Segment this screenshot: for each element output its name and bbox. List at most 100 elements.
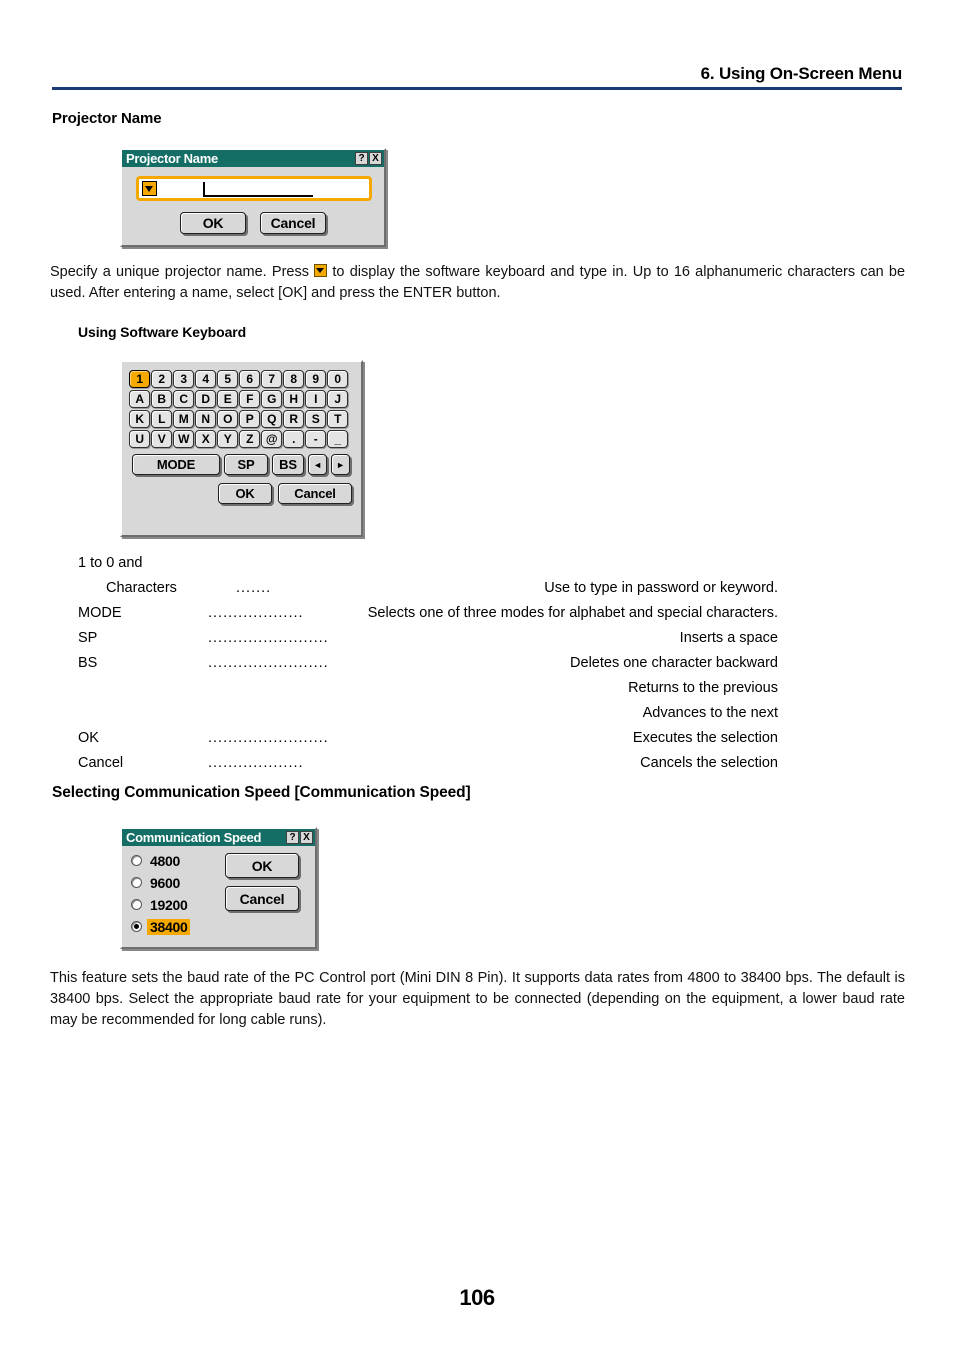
legend-term: OK (78, 730, 99, 746)
key-1[interactable]: 1 (129, 370, 150, 388)
key-at[interactable]: @ (261, 430, 282, 448)
keyboard-keys: 1234567890 ABCDEFGHIJ KLMNOPQRST U V W X Y Z @… (122, 362, 361, 510)
key-F[interactable]: F (239, 390, 260, 408)
key-I[interactable]: I (305, 390, 326, 408)
cancel-button[interactable]: Cancel (225, 886, 299, 911)
key-Q[interactable]: Q (261, 410, 282, 428)
ok-button[interactable]: OK (180, 212, 246, 234)
keyboard-confirm-row: OK Cancel (129, 483, 354, 504)
key-3[interactable]: 3 (173, 370, 194, 388)
radio-option-19200[interactable]: 19200 (131, 895, 190, 914)
radio-option-4800[interactable]: 4800 (131, 851, 183, 870)
key-S[interactable]: S (305, 410, 326, 428)
keyboard-row: 1234567890 (129, 370, 354, 388)
key-Z[interactable]: Z (239, 430, 260, 448)
mode-button[interactable]: MODE (132, 454, 220, 475)
key-5[interactable]: 5 (217, 370, 238, 388)
key-Y[interactable]: Y (217, 430, 238, 448)
key-underscore[interactable]: _ (327, 430, 348, 448)
key-7[interactable]: 7 (261, 370, 282, 388)
titlebar-buttons: ? X (355, 152, 382, 165)
running-head: 6. Using On-Screen Menu (700, 64, 903, 83)
arrow-right-icon[interactable]: ► (331, 454, 350, 475)
legend-term: MODE (78, 605, 122, 621)
key-dash[interactable]: - (305, 430, 326, 448)
keyboard-row: KLMNOPQRST (129, 410, 354, 428)
titlebar-buttons: ? X (286, 831, 313, 844)
legend-leader: ........................ (208, 630, 329, 646)
ok-button[interactable]: OK (218, 483, 272, 504)
help-icon[interactable]: ? (286, 831, 299, 844)
projector-name-heading: Projector Name (52, 110, 162, 127)
key-D[interactable]: D (195, 390, 216, 408)
projector-name-buttons: OK Cancel (122, 212, 384, 234)
legend-description: Use to type in password or keyword. (544, 580, 778, 596)
close-icon[interactable]: X (300, 831, 313, 844)
legend-description: Selects one of three modes for alphabet … (367, 605, 778, 621)
key-V[interactable]: V (151, 430, 172, 448)
legend-term: Characters (106, 580, 177, 596)
key-9[interactable]: 9 (305, 370, 326, 388)
key-C[interactable]: C (173, 390, 194, 408)
software-keyboard-heading: Using Software Keyboard (78, 324, 247, 340)
key-4[interactable]: 4 (195, 370, 216, 388)
legend-description: Inserts a space (679, 630, 778, 646)
text-caret (203, 182, 205, 196)
key-H[interactable]: H (283, 390, 304, 408)
key-R[interactable]: R (283, 410, 304, 428)
key-K[interactable]: K (129, 410, 150, 428)
key-6[interactable]: 6 (239, 370, 260, 388)
key-M[interactable]: M (173, 410, 194, 428)
key-W[interactable]: W (173, 430, 194, 448)
space-button[interactable]: SP (224, 454, 268, 475)
key-A[interactable]: A (129, 390, 150, 408)
legend-term: BS (78, 655, 98, 671)
legend-description: Returns to the previous (628, 680, 778, 696)
backspace-button[interactable]: BS (272, 454, 304, 475)
projector-name-text-area[interactable] (157, 179, 369, 198)
cancel-button[interactable]: Cancel (278, 483, 352, 504)
dropdown-arrow-icon (314, 264, 328, 277)
radio-icon[interactable] (131, 921, 142, 932)
key-G[interactable]: G (261, 390, 282, 408)
legend-row: 1 to 0 and (78, 551, 778, 576)
page-header: 6. Using On-Screen Menu (52, 64, 902, 90)
key-dot[interactable]: . (283, 430, 304, 448)
legend-description: Advances to the next (642, 705, 778, 721)
arrow-left-icon[interactable]: ◄ (308, 454, 327, 475)
dropdown-arrow-icon[interactable] (142, 181, 157, 196)
key-B[interactable]: B (151, 390, 172, 408)
ok-button[interactable]: OK (225, 853, 299, 878)
key-P[interactable]: P (239, 410, 260, 428)
key-0[interactable]: 0 (327, 370, 348, 388)
legend-description: Executes the selection (632, 730, 778, 746)
radio-option-38400[interactable]: 38400 (131, 917, 191, 936)
radio-option-9600[interactable]: 9600 (131, 873, 183, 892)
communication-speed-heading: Selecting Communication Speed [Communica… (52, 784, 471, 801)
keyboard-row: ABCDEFGHIJ (129, 390, 354, 408)
legend-leader: ................... (208, 605, 304, 621)
software-keyboard-dialog: 1234567890 ABCDEFGHIJ KLMNOPQRST U V W X Y Z @… (120, 360, 363, 537)
close-icon[interactable]: X (369, 152, 382, 165)
key-E[interactable]: E (217, 390, 238, 408)
key-U[interactable]: U (129, 430, 150, 448)
key-J[interactable]: J (327, 390, 348, 408)
key-2[interactable]: 2 (151, 370, 172, 388)
legend-term: Cancel (78, 755, 124, 771)
radio-icon[interactable] (131, 877, 142, 888)
key-X[interactable]: X (195, 430, 216, 448)
key-T[interactable]: T (327, 410, 348, 428)
page-number: 106 (459, 1285, 495, 1310)
radio-icon[interactable] (131, 855, 142, 866)
key-N[interactable]: N (195, 410, 216, 428)
radio-icon[interactable] (131, 899, 142, 910)
help-icon[interactable]: ? (355, 152, 368, 165)
projector-name-input[interactable] (136, 176, 372, 201)
cancel-button[interactable]: Cancel (260, 212, 326, 234)
legend-description: Cancels the selection (640, 755, 778, 771)
radio-label: 19200 (150, 896, 188, 913)
key-8[interactable]: 8 (283, 370, 304, 388)
key-L[interactable]: L (151, 410, 172, 428)
key-O[interactable]: O (217, 410, 238, 428)
intro-text-before: Specify a unique projector name. Press (50, 264, 309, 280)
